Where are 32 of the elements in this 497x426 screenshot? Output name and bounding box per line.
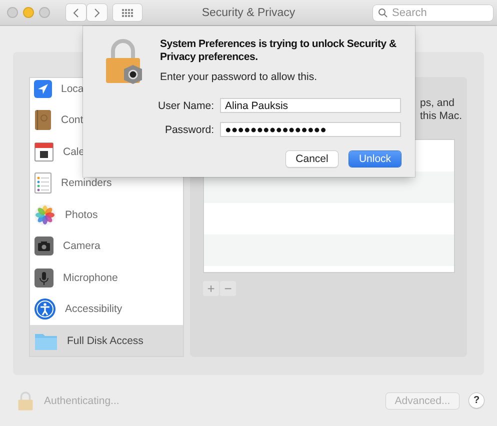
description-text: this Mac. <box>420 110 464 123</box>
calendar-icon <box>34 142 54 162</box>
chevron-right-icon <box>94 8 100 18</box>
grid-icon <box>122 8 133 16</box>
dialog-title: System Preferences is trying to unlock Security & Privacy preferences. <box>160 38 398 64</box>
camera-icon <box>34 236 54 256</box>
accessibility-icon <box>34 298 56 320</box>
field-label: User Name: <box>156 100 214 112</box>
window-title: Security & Privacy <box>202 6 296 18</box>
show-all-button[interactable] <box>113 4 142 21</box>
back-button[interactable] <box>66 4 86 21</box>
microphone-icon <box>34 268 54 288</box>
search-icon <box>378 8 388 18</box>
help-button[interactable]: ? <box>469 393 484 408</box>
status-text: Authenticating... <box>44 394 120 406</box>
chevron-left-icon <box>73 8 79 18</box>
book-icon <box>34 109 52 132</box>
minimize-button[interactable] <box>23 7 34 18</box>
field-label: Password: <box>164 124 214 136</box>
password-field[interactable]: ●●●●●●●●●●●●●●●● <box>220 122 401 137</box>
dialog-message: Enter your password to allow this. <box>160 71 318 83</box>
sidebar-item[interactable]: Full Disk Access <box>30 325 183 356</box>
unlock-button[interactable]: Unlock <box>349 151 401 167</box>
cancel-button[interactable]: Cancel <box>286 151 338 167</box>
description-text: ps, and <box>420 97 456 110</box>
forward-button[interactable] <box>87 4 107 21</box>
lock-icon <box>103 38 143 84</box>
flower-icon <box>34 204 56 226</box>
list-icon <box>34 172 52 194</box>
username-field[interactable]: Alina Pauksis <box>220 98 401 113</box>
lock-icon <box>17 390 34 410</box>
search-field[interactable]: Search <box>373 4 493 20</box>
